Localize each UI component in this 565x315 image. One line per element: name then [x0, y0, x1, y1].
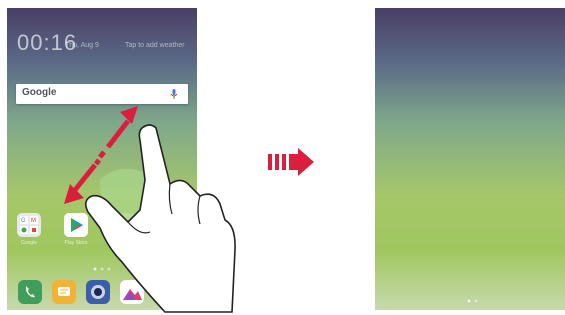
phone-icon[interactable] [18, 280, 42, 304]
camera-app-icon[interactable] [111, 213, 135, 237]
play-store-icon[interactable] [64, 213, 88, 237]
app-label-play-store: Play Store [64, 240, 88, 246]
app-label-google: Google [20, 240, 38, 246]
transition-arrow-icon [268, 148, 314, 176]
svg-text:M: M [31, 218, 36, 224]
messages-icon[interactable] [52, 280, 76, 304]
gallery-icon[interactable] [120, 280, 144, 304]
camera-icon[interactable] [86, 280, 110, 304]
google-logo: Google [22, 87, 57, 98]
mic-icon[interactable] [168, 88, 180, 100]
google-search-bar[interactable]: Google [16, 84, 188, 104]
weather-widget[interactable]: Tap to add weather [125, 42, 185, 49]
app-label-camera: Camera [114, 240, 132, 246]
page-indicator [93, 267, 111, 271]
home-screen-after [375, 8, 565, 310]
date-text: Thu, Aug 9 [65, 42, 99, 49]
svg-text:G: G [21, 218, 26, 224]
home-screen-before: 00:16 Thu, Aug 9 Tap to add weather Goog… [7, 8, 197, 310]
page-indicator-after [467, 299, 478, 303]
google-folder-icon[interactable]: G M [17, 213, 41, 237]
